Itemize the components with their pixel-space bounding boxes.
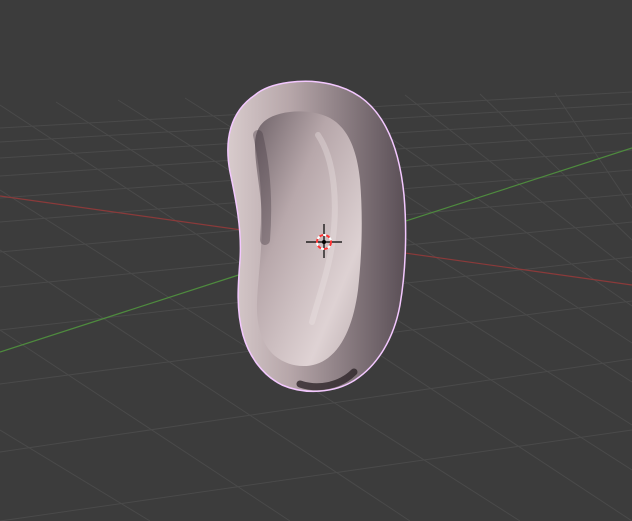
mesh-inner-cavity bbox=[255, 111, 362, 367]
viewport-canvas[interactable] bbox=[0, 0, 632, 521]
3d-viewport[interactable] bbox=[0, 0, 632, 521]
mesh-object[interactable] bbox=[227, 80, 407, 393]
